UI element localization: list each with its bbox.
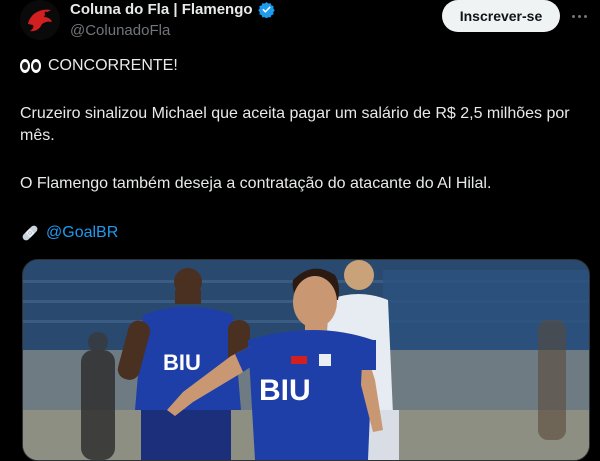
- tweet-line-headline: CONCORRENTE!: [20, 55, 590, 77]
- tweet-line-source: @GoalBR: [20, 222, 590, 244]
- author-avatar[interactable]: [20, 0, 60, 40]
- tweet: Coluna do Fla | Flamengo @ColunadoFla In…: [0, 0, 600, 461]
- back-player-sponsor: BIU: [163, 350, 201, 375]
- eyes-icon: [20, 58, 44, 74]
- more-options-button[interactable]: [565, 6, 593, 26]
- headline-text: CONCORRENTE!: [48, 57, 178, 74]
- author-name-row: Coluna do Fla | Flamengo: [70, 1, 275, 18]
- follow-button[interactable]: Inscrever-se: [442, 0, 560, 32]
- more-horizontal-icon: [571, 14, 575, 18]
- vulture-logo-icon: [20, 0, 60, 40]
- tweet-line-salary: Cruzeiro sinalizou Michael que aceita pa…: [20, 105, 570, 144]
- tweet-media-photo[interactable]: BIU BIU: [22, 259, 590, 461]
- source-mention-link[interactable]: @GoalBR: [46, 222, 118, 244]
- verified-badge-icon: [257, 1, 275, 18]
- football-players-photo: BIU BIU: [23, 260, 589, 460]
- tweet-line-flamengo: O Flamengo também deseja a contratação d…: [20, 175, 492, 192]
- author-display-name[interactable]: Coluna do Fla | Flamengo: [70, 1, 253, 18]
- player-sponsor: BIU: [259, 374, 311, 407]
- bandage-icon: [20, 223, 40, 243]
- author-handle[interactable]: @ColunadoFla: [70, 22, 170, 39]
